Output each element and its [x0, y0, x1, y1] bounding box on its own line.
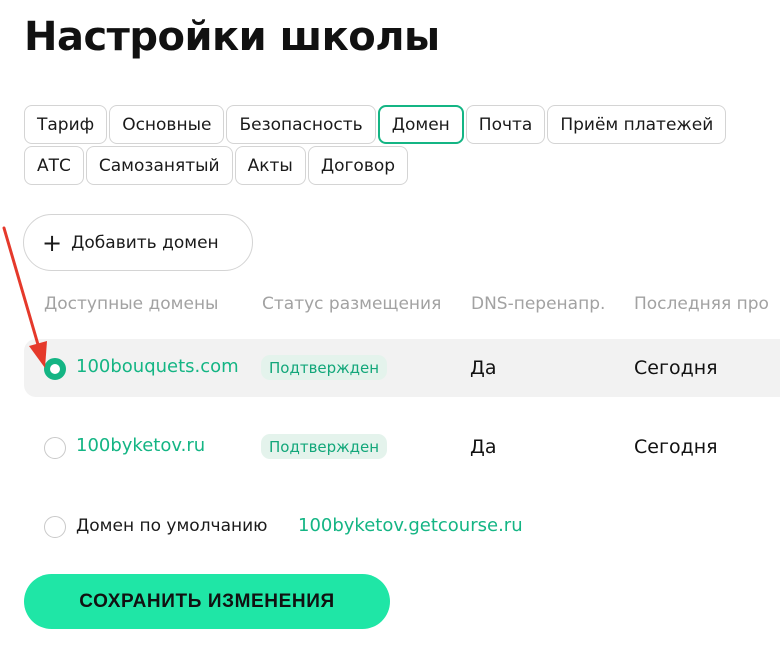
- add-domain-label: Добавить домен: [71, 232, 219, 253]
- column-header-status: Статус размещения: [262, 294, 442, 314]
- domain-radio[interactable]: [44, 437, 66, 459]
- tab-general[interactable]: Основные: [109, 105, 225, 144]
- last-check-value: Сегодня: [634, 436, 718, 458]
- table-row: 100byketov.ru Подтвержден Да Сегодня: [24, 418, 780, 476]
- tab-security[interactable]: Безопасность: [226, 105, 376, 144]
- last-check-value: Сегодня: [634, 357, 718, 379]
- save-changes-button[interactable]: СОХРАНИТЬ ИЗМЕНЕНИЯ: [24, 574, 390, 629]
- default-domain-link[interactable]: 100byketov.getcourse.ru: [298, 515, 523, 536]
- column-header-last-check: Последняя про: [634, 294, 769, 314]
- tab-contract[interactable]: Договор: [307, 146, 409, 185]
- default-domain-radio[interactable]: [44, 516, 66, 538]
- column-header-dns: DNS-перенапр.: [471, 294, 606, 314]
- page-title: Настройки школы: [24, 14, 440, 60]
- domain-link[interactable]: 100byketov.ru: [76, 435, 205, 456]
- table-row: 100bouquets.com Подтвержден Да Сегодня: [24, 339, 780, 397]
- red-arrow-annotation: [2, 226, 47, 368]
- tab-self-employed[interactable]: Самозанятый: [85, 146, 233, 185]
- tabs-row-2: АТС Самозанятый Акты Договор: [24, 146, 409, 185]
- status-badge: Подтвержден: [261, 355, 388, 380]
- status-badge: Подтвержден: [261, 434, 388, 459]
- tab-mail[interactable]: Почта: [465, 105, 546, 144]
- arrow-shaft: [2, 226, 41, 350]
- tabs-row-1: Тариф Основные Безопасность Домен Почта …: [24, 105, 727, 144]
- tab-ats[interactable]: АТС: [24, 146, 84, 185]
- column-header-domains: Доступные домены: [44, 294, 219, 314]
- tab-tariff[interactable]: Тариф: [24, 105, 108, 144]
- dns-value: Да: [470, 357, 497, 379]
- arrow-head-icon: [29, 341, 47, 368]
- tab-domain[interactable]: Домен: [377, 105, 464, 144]
- default-domain-label: Домен по умолчанию: [76, 516, 268, 536]
- domain-link[interactable]: 100bouquets.com: [76, 356, 239, 377]
- tab-payments[interactable]: Приём платежей: [547, 105, 727, 144]
- dns-value: Да: [470, 436, 497, 458]
- tab-acts[interactable]: Акты: [234, 146, 306, 185]
